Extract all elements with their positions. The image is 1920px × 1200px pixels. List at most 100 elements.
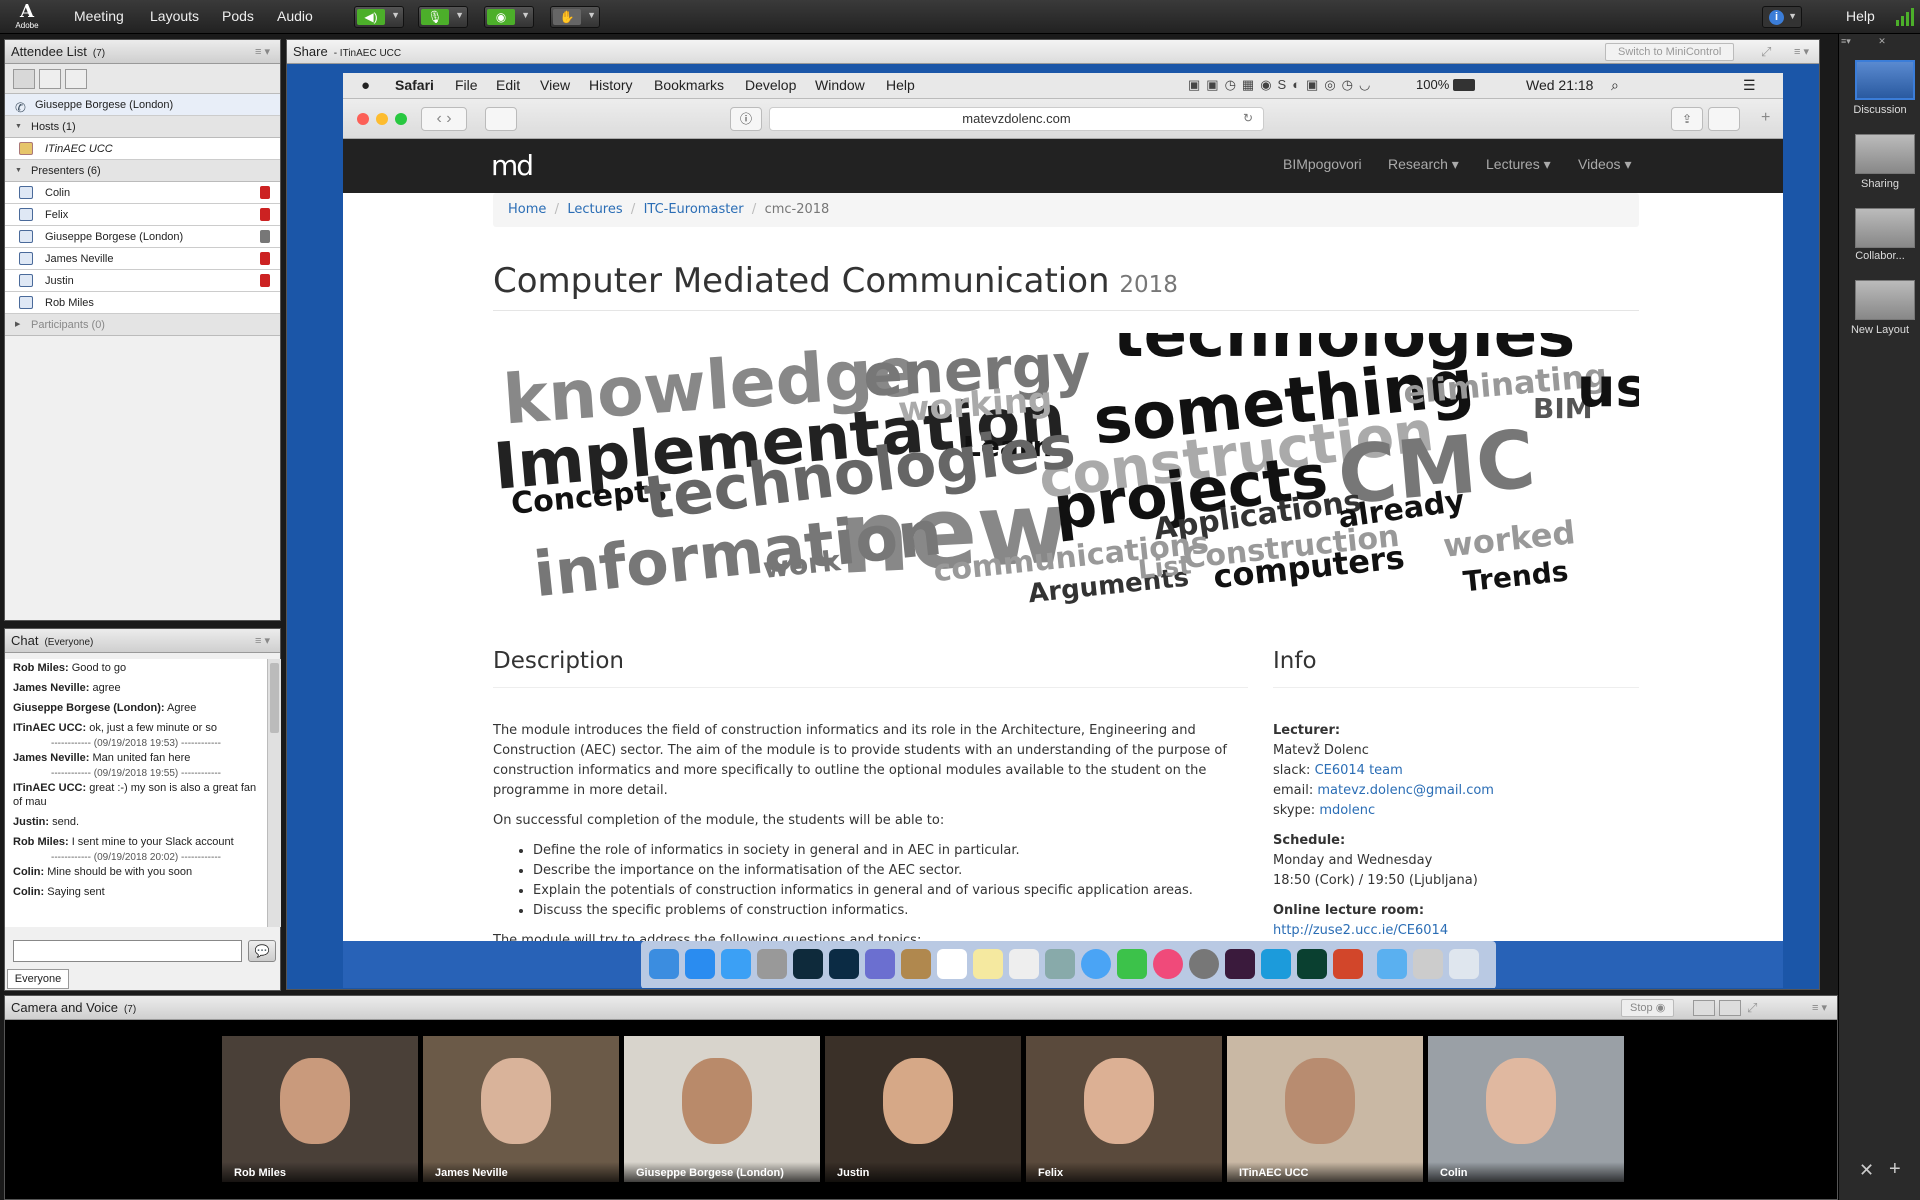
presenter-row[interactable]: Colin [5, 182, 280, 204]
help-menu[interactable]: Help [1846, 8, 1875, 24]
presenter-row[interactable]: Justin [5, 270, 280, 292]
menu-pods[interactable]: Pods [222, 8, 254, 24]
nav-research: Research ▾ [1388, 156, 1459, 172]
presenters-group[interactable]: Presenters (6) [5, 160, 280, 182]
video-tile[interactable]: Justin [825, 1036, 1021, 1182]
video-tile[interactable]: ITinAEC UCC [1227, 1036, 1423, 1182]
presenter-icon [19, 186, 33, 199]
mac-menu-edit: Edit [496, 77, 521, 93]
video-tile[interactable]: Giuseppe Borgese (London) [624, 1036, 820, 1182]
participant-video [1285, 1058, 1355, 1144]
chevron-down-icon[interactable]: ▼ [587, 10, 596, 20]
participant-video [883, 1058, 953, 1144]
layout-new-label[interactable]: New Layout [1842, 324, 1918, 336]
chat-text: ok, just a few minute or so [89, 722, 217, 734]
layout-collaboration-label[interactable]: Collabor... [1842, 250, 1918, 262]
switch-minicontrol-button[interactable]: Switch to MiniControl [1605, 43, 1735, 61]
chat-message: ITinAEC UCC: ok, just a few minute or so [5, 719, 267, 739]
layout-sharing-thumb[interactable] [1855, 134, 1915, 174]
video-tile[interactable]: Rob Miles [222, 1036, 418, 1182]
pod-options-icon[interactable]: ≡ ▾ [255, 629, 270, 653]
word-cloud-image: knowledge energy technologies something … [493, 333, 1639, 623]
chat-text: Agree [167, 702, 197, 714]
terminal-icon [1297, 949, 1327, 979]
host-row[interactable]: ITinAEC UCC [5, 138, 280, 160]
presenter-row[interactable]: Giuseppe Borgese (London) [5, 226, 280, 248]
signal-strength-icon [1896, 8, 1914, 26]
video-tile[interactable]: Colin [1428, 1036, 1624, 1182]
info-button[interactable]: i ▼ [1762, 6, 1802, 28]
sidebar-icon [485, 107, 517, 131]
back-forward-icon: ‹ › [421, 107, 467, 131]
filmstrip-view-icon[interactable] [1719, 1000, 1741, 1016]
send-chat-button[interactable]: 💬 [248, 940, 276, 962]
stop-camera-button[interactable]: Stop ◉ [1621, 999, 1675, 1017]
minimize-window-icon [376, 113, 388, 125]
layout-discussion-label[interactable]: Discussion [1842, 104, 1918, 116]
pod-options-icon[interactable]: ≡ ▾ [255, 40, 270, 64]
fullscreen-icon[interactable]: ⤢ [1761, 40, 1771, 64]
list-icon: ☰ [1743, 77, 1756, 93]
chevron-down-icon[interactable]: ▼ [455, 10, 464, 20]
messages-icon [1081, 949, 1111, 979]
safari-toolbar: ‹ › ⓘ matevzdolenc.com ↻ ⇪ + [343, 99, 1783, 139]
finder-icon [649, 949, 679, 979]
presenter-icon [19, 274, 33, 287]
stickies-icon [973, 949, 1003, 979]
layouts-bar: ≡▾ ✕ Discussion Sharing Collabor... New … [1838, 34, 1920, 1200]
reminders-icon [1009, 949, 1039, 979]
participant-video [280, 1058, 350, 1144]
menu-meeting[interactable]: Meeting [74, 8, 124, 24]
chat-sender: Colin: [13, 866, 45, 878]
chevron-down-icon[interactable]: ▼ [391, 10, 400, 20]
mac-menu-bookmarks: Bookmarks [654, 77, 725, 93]
layout-new-thumb[interactable] [1855, 280, 1915, 320]
powerpoint-icon [1333, 949, 1363, 979]
video-tile[interactable]: Felix [1026, 1036, 1222, 1182]
info-heading: Info [1273, 648, 1639, 688]
chat-message: Rob Miles: Good to go [5, 659, 267, 679]
layout-sharing-label[interactable]: Sharing [1842, 178, 1918, 190]
chevron-down-icon[interactable]: ▼ [521, 10, 530, 20]
microphone-button[interactable]: 🎙 ▼ [418, 6, 468, 28]
layout-collaboration-thumb[interactable] [1855, 208, 1915, 248]
status-view-icon[interactable] [65, 69, 87, 89]
spotlight-icon: ⌕ [1611, 77, 1619, 93]
video-tile[interactable]: James Neville [423, 1036, 619, 1182]
clock: Wed 21:18 [1526, 77, 1594, 93]
hosts-group[interactable]: Hosts (1) [5, 116, 280, 138]
chat-sender: ITinAEC UCC: [13, 782, 87, 794]
presenter-row[interactable]: Felix [5, 204, 280, 226]
battery-percent: 100% [1416, 77, 1450, 92]
chat-input[interactable] [13, 940, 242, 962]
speaker-button[interactable]: ◀) ▼ [354, 6, 404, 28]
share-header: Share - ITinAEC UCC Switch to MiniControl… [287, 40, 1819, 64]
chat-pod: Chat (Everyone) ≡ ▾ Rob Miles: Good to go… [4, 628, 281, 991]
chat-timestamp: ------------ (09/19/2018 19:53) --------… [51, 738, 221, 749]
add-layout-icon[interactable]: + [1889, 1158, 1901, 1181]
mac-menu-develop: Develop [745, 77, 797, 93]
description-heading: Description [493, 648, 1248, 688]
grid-view-icon[interactable] [39, 69, 61, 89]
layout-discussion-thumb[interactable] [1855, 60, 1915, 100]
fullscreen-icon[interactable]: ⤢ [1747, 996, 1757, 1020]
raise-hand-button[interactable]: ✋ ▼ [550, 6, 600, 28]
grid-view-icon[interactable] [1693, 1000, 1715, 1016]
pod-options-icon[interactable]: ≡ ▾ [1812, 996, 1827, 1020]
participants-group[interactable]: Participants (0) [5, 314, 280, 336]
chat-scrollbar[interactable] [267, 659, 281, 927]
page-title: Computer Mediated Communication 2018 [493, 261, 1639, 311]
attendee-list-pod: Attendee List (7) ≡ ▾ ✆ Giuseppe Borgese (… [4, 39, 281, 621]
remove-layout-icon[interactable]: ✕ [1859, 1160, 1874, 1181]
presenter-row[interactable]: James Neville [5, 248, 280, 270]
pod-options-icon[interactable]: ≡ ▾ [1794, 40, 1809, 64]
list-view-icon[interactable] [13, 69, 35, 89]
chat-sender: Colin: [13, 886, 45, 898]
layouts-bar-controls: ≡▾ ✕ [1841, 36, 1886, 46]
chat-message: James Neville: agree [5, 679, 267, 699]
webcam-button[interactable]: ◉ ▼ [484, 6, 534, 28]
menu-layouts[interactable]: Layouts [150, 8, 199, 24]
menu-audio[interactable]: Audio [277, 8, 313, 24]
chat-tab-everyone[interactable]: Everyone [7, 969, 69, 989]
presenter-row[interactable]: Rob Miles [5, 292, 280, 314]
